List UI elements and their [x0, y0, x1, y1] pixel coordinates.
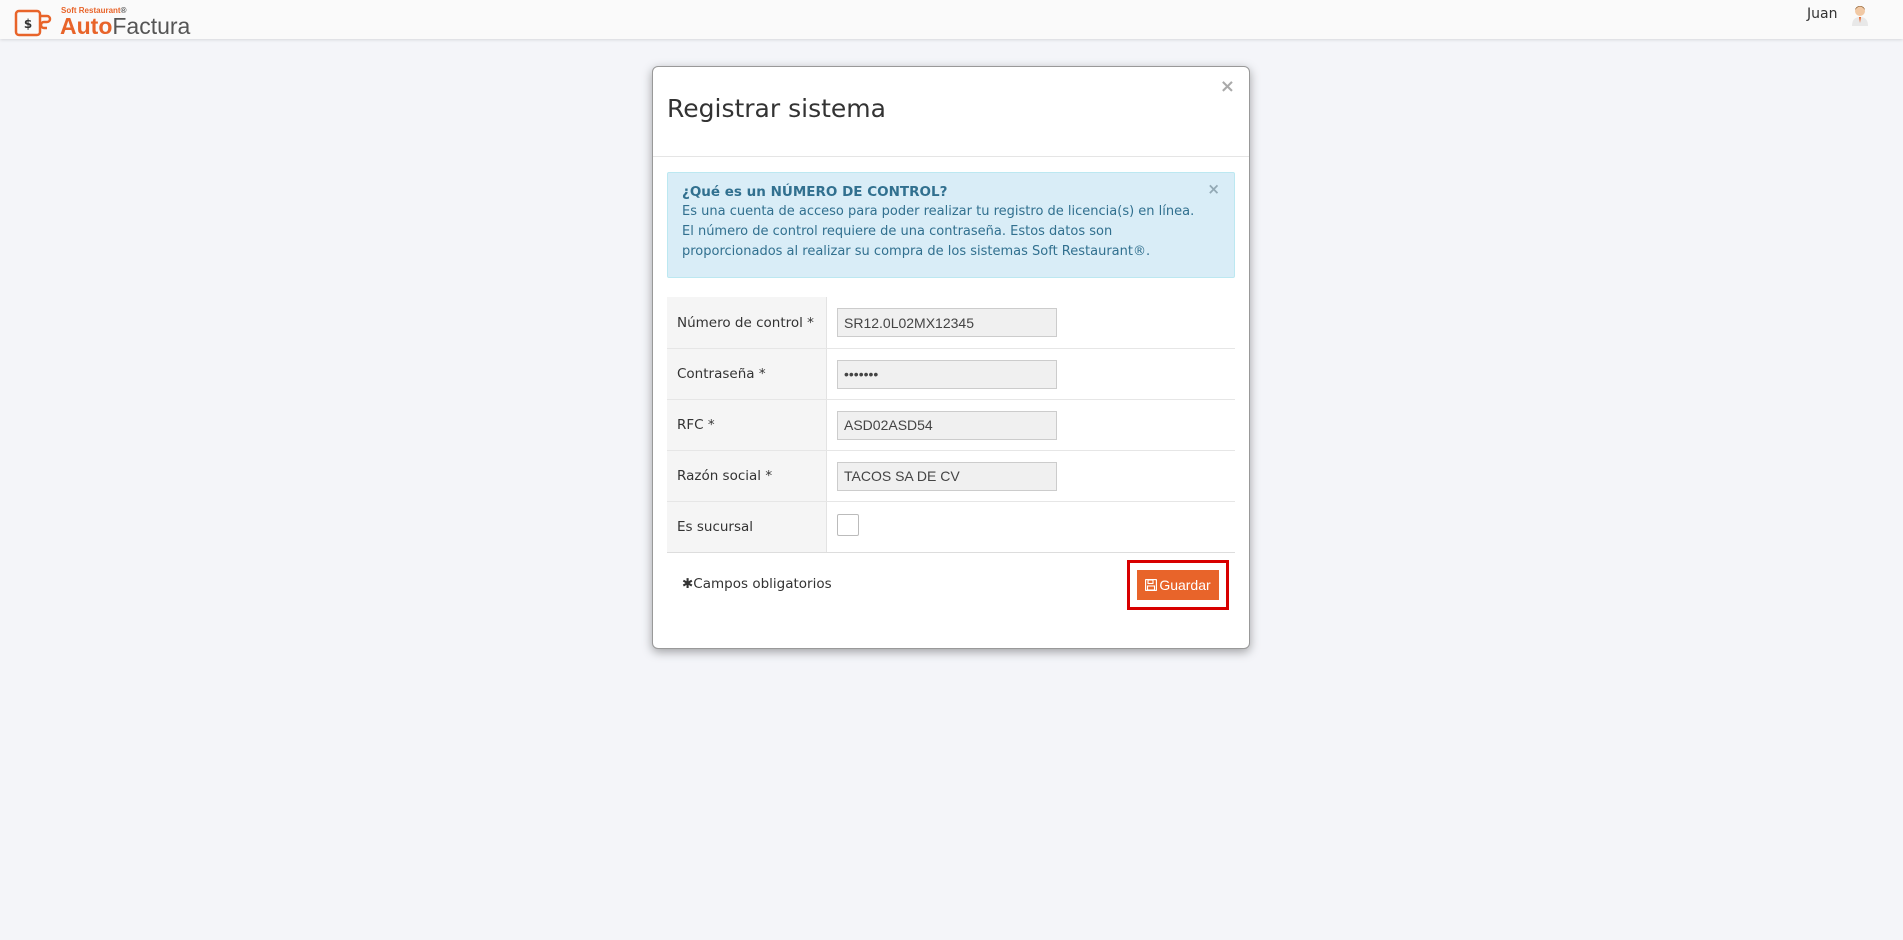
autofactura-logo[interactable]: $ Soft Restaurant® AutoFactura	[14, 6, 204, 39]
password-label: Contraseña *	[667, 349, 827, 399]
branch-checkbox[interactable]	[837, 513, 859, 536]
form-row-branch: Es sucursal	[667, 501, 1235, 552]
alert-body: Es una cuenta de acceso para poder reali…	[682, 204, 1195, 259]
required-fields-note: ✱Campos obligatorios	[682, 576, 832, 592]
save-button-label: Guardar	[1159, 577, 1211, 593]
user-name[interactable]: Juan	[1807, 5, 1837, 23]
alert-title: ¿Qué es un NÚMERO DE CONTROL?	[682, 184, 948, 200]
form-row-password: Contraseña *	[667, 348, 1235, 399]
svg-text:$: $	[24, 17, 32, 31]
form-row-control-number: Número de control *	[667, 297, 1235, 348]
brand-title: AutoFactura	[60, 13, 191, 39]
receipt-dollar-icon: $	[14, 9, 52, 37]
form-row-rfc: RFC *	[667, 399, 1235, 450]
branch-label: Es sucursal	[667, 502, 827, 552]
modal-title: Registrar sistema	[667, 94, 886, 123]
modal-close-icon[interactable]: ×	[1220, 78, 1235, 96]
control-number-label: Número de control *	[667, 297, 827, 348]
register-form: Número de control * Contraseña * RFC * R…	[667, 297, 1235, 553]
save-button[interactable]: Guardar	[1137, 570, 1219, 600]
user-avatar-icon[interactable]	[1851, 4, 1869, 26]
top-bar: $ Soft Restaurant® AutoFactura Juan	[0, 0, 1903, 39]
register-system-modal: × Registrar sistema × ¿Qué es un NÚMERO …	[652, 66, 1250, 649]
alert-close-icon[interactable]: ×	[1207, 180, 1220, 198]
password-input[interactable]	[837, 359, 1057, 389]
form-row-business-name: Razón social *	[667, 450, 1235, 501]
business-name-label: Razón social *	[667, 451, 827, 501]
rfc-label: RFC *	[667, 400, 827, 450]
business-name-input[interactable]	[837, 461, 1057, 491]
control-number-input[interactable]	[837, 308, 1057, 337]
rfc-input[interactable]	[837, 410, 1057, 440]
info-alert: × ¿Qué es un NÚMERO DE CONTROL? Es una c…	[667, 172, 1235, 278]
modal-divider	[653, 156, 1249, 157]
floppy-disk-icon	[1145, 579, 1158, 591]
